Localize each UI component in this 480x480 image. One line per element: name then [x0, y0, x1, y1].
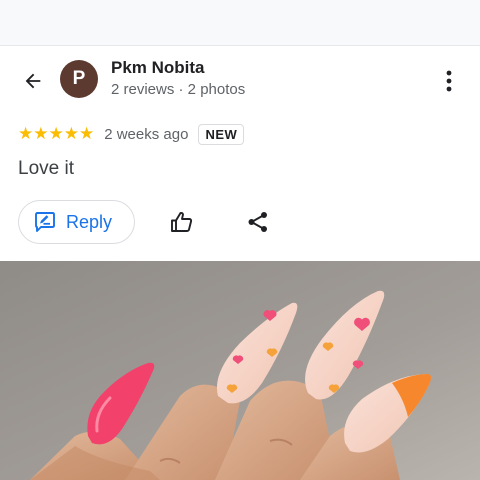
top-bar: [0, 0, 480, 46]
avatar-initial: P: [72, 68, 86, 89]
more-vert-icon: [446, 70, 452, 92]
more-options-button[interactable]: [436, 66, 462, 96]
review-time: 2 weeks ago: [104, 125, 189, 143]
reply-button[interactable]: Reply: [18, 200, 135, 244]
star-rating: ★★★★★: [18, 124, 95, 143]
share-button[interactable]: [244, 208, 272, 236]
thumb-up-icon: [171, 211, 193, 232]
review-text: Love it: [18, 158, 74, 179]
nail-art-photo: [0, 261, 480, 480]
author-name[interactable]: Pkm Nobita: [111, 58, 205, 78]
reply-label: Reply: [66, 211, 113, 232]
author-meta: 2 reviews · 2 photos: [111, 81, 246, 98]
avatar[interactable]: P: [60, 60, 98, 98]
new-badge: NEW: [198, 123, 245, 145]
like-button[interactable]: [168, 208, 196, 236]
review-actions: Reply: [18, 200, 267, 244]
review-header: P Pkm Nobita 2 reviews · 2 photos: [0, 46, 480, 114]
share-icon: [248, 212, 267, 232]
back-button[interactable]: [18, 66, 48, 96]
arrow-back-icon: [25, 73, 41, 89]
rating-row: ★★★★★ 2 weeks ago NEW: [18, 122, 245, 146]
reply-icon: [35, 212, 55, 232]
review-photo[interactable]: [0, 261, 480, 480]
